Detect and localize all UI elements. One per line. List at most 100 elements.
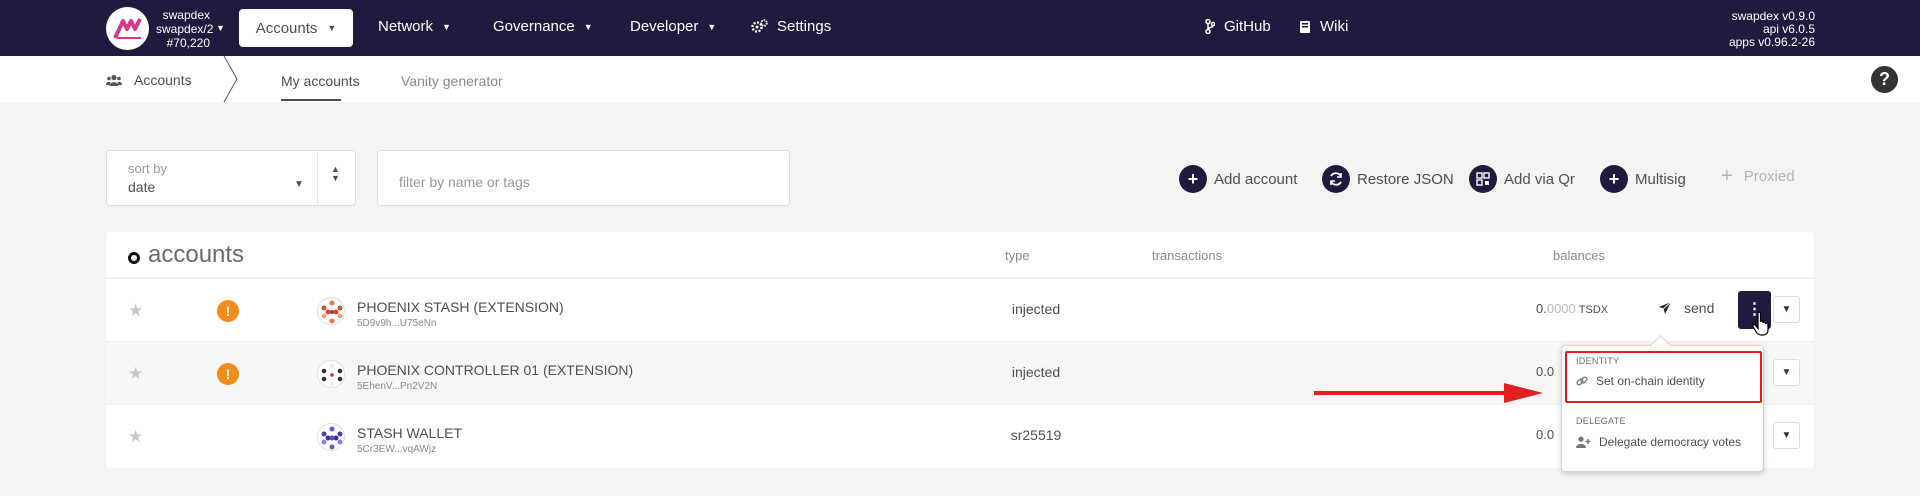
annotation-arrow <box>1314 383 1543 403</box>
sort-value: date <box>128 179 156 195</box>
account-name[interactable]: STASH WALLET <box>357 425 462 441</box>
filter-input[interactable] <box>377 150 790 206</box>
users-icon <box>106 74 122 86</box>
link-github-label: GitHub <box>1224 18 1271 35</box>
add-via-qr-button[interactable]: Add via Qr <box>1469 165 1575 193</box>
nav-network-label: Network <box>378 18 434 35</box>
account-address[interactable]: 5D9v9h...U75eNn <box>357 318 437 329</box>
version-apps: apps v0.96.2-26 <box>1728 35 1815 49</box>
caret-down-icon: ▼ <box>294 179 304 190</box>
warning-icon[interactable]: ! <box>217 363 239 385</box>
avatar[interactable] <box>317 423 345 451</box>
swapdex-logo-icon <box>108 9 147 48</box>
nav-developer[interactable]: Developer ▼ <box>630 18 716 35</box>
avatar[interactable] <box>317 360 345 388</box>
code-branch-icon <box>1205 19 1215 34</box>
chain-logo[interactable] <box>106 7 149 50</box>
favorite-star-icon[interactable]: ★ <box>128 427 143 447</box>
balance-decimals: 0000 <box>1546 301 1576 316</box>
avatar[interactable] <box>317 297 345 325</box>
section-title-label: Accounts <box>134 72 192 88</box>
proxied-button[interactable]: + Proxied <box>1721 165 1795 188</box>
gears-icon <box>751 19 768 33</box>
nav-governance[interactable]: Governance ▼ <box>493 18 593 35</box>
account-type: sr25519 <box>1010 427 1062 443</box>
link-wiki[interactable]: Wiki <box>1299 18 1348 35</box>
favorite-star-icon[interactable]: ★ <box>128 301 143 321</box>
column-header-balances: balances <box>1553 248 1606 263</box>
account-name[interactable]: PHOENIX STASH (EXTENSION) <box>357 299 564 315</box>
hand-pointer-cursor-icon <box>1752 311 1769 336</box>
menu-section-delegate: DELEGATE <box>1576 416 1626 426</box>
plus-icon: + <box>1600 165 1628 193</box>
caret-down-icon: ▼ <box>442 21 451 32</box>
chain-network: swapdex/2 <box>156 22 214 36</box>
caret-down-icon: ▼ <box>707 21 717 32</box>
section-title: Accounts <box>106 72 192 88</box>
send-button[interactable]: send <box>1658 300 1714 316</box>
nav-developer-label: Developer <box>630 18 699 35</box>
account-address[interactable]: 5Cr3EW...vqAWjz <box>357 444 436 455</box>
qrcode-icon <box>1469 165 1497 193</box>
nav-network[interactable]: Network ▼ <box>378 18 451 35</box>
user-plus-icon <box>1576 436 1591 448</box>
annotation-highlight-box <box>1565 351 1762 403</box>
sync-icon <box>1322 165 1350 193</box>
proxied-label: Proxied <box>1743 168 1795 185</box>
nav-accounts[interactable]: Accounts ▼ <box>239 9 353 47</box>
expand-row-button[interactable]: ▼ <box>1773 296 1800 323</box>
delegate-democracy-votes-item[interactable]: Delegate democracy votes <box>1576 435 1741 449</box>
identicon-icon <box>321 300 343 324</box>
add-account-button[interactable]: + Add account <box>1179 165 1297 193</box>
nav-settings[interactable]: Settings <box>751 18 831 35</box>
account-balance: 0.0 <box>1536 427 1555 442</box>
expand-row-button[interactable]: ▼ <box>1773 359 1800 386</box>
column-header-type: type <box>1005 248 1030 263</box>
nav-governance-label: Governance <box>493 18 575 35</box>
paper-plane-icon <box>1659 301 1672 314</box>
account-type: injected <box>1011 364 1061 380</box>
balance-integer: 0. <box>1536 301 1547 316</box>
account-type: injected <box>1011 301 1061 317</box>
sort-direction-toggle-icon[interactable]: ▲ ▼ <box>331 165 340 183</box>
caret-down-icon: ▼ <box>583 21 593 32</box>
help-icon[interactable]: ? <box>1871 66 1898 93</box>
nav-settings-label: Settings <box>777 18 832 35</box>
expand-row-button[interactable]: ▼ <box>1773 422 1800 449</box>
divider <box>317 151 318 205</box>
breadcrumb-chevron-icon <box>223 56 238 102</box>
restore-json-label: Restore JSON <box>1357 170 1454 188</box>
top-navbar: swapdex swapdex/2 #70,220 ▼ Accounts ▼ N… <box>0 0 1920 56</box>
chain-caret-down-icon[interactable]: ▼ <box>216 23 225 33</box>
restore-json-button[interactable]: Restore JSON <box>1322 165 1454 193</box>
account-address[interactable]: 5EhenV...Pn2V2N <box>357 381 437 392</box>
version-info: swapdex v0.9.0 api v6.0.5 apps v0.96.2-2… <box>1729 10 1815 49</box>
favorite-star-icon[interactable]: ★ <box>128 364 143 384</box>
chain-selector[interactable]: swapdex swapdex/2 #70,220 <box>156 8 214 50</box>
delegate-democracy-votes-label: Delegate democracy votes <box>1599 435 1742 449</box>
table-title: accounts <box>148 241 245 268</box>
multisig-label: Multisig <box>1635 170 1686 188</box>
balance-unit: TSDX <box>1578 304 1609 316</box>
nav-accounts-label: Accounts <box>255 19 318 37</box>
table-header: accounts type transactions balances <box>106 232 1814 278</box>
multisig-button[interactable]: + Multisig <box>1600 165 1686 193</box>
account-actions-menu: IDENTITY Set on-chain identity DELEGATE … <box>1561 345 1764 472</box>
link-github[interactable]: GitHub <box>1205 18 1271 35</box>
sub-navbar: Accounts My accounts Vanity generator ? <box>0 56 1920 102</box>
table-row: ★ ! PHOENIX STASH (EXTENSION) 5D9v9h...U… <box>106 278 1814 341</box>
sort-label: sort by <box>128 161 168 176</box>
table-row: ★ STASH WALLET 5Cr3EW...vqAWjz sr25519 0… <box>106 404 1814 467</box>
accounts-table: accounts type transactions balances ★ ! … <box>106 232 1814 468</box>
tab-vanity-generator[interactable]: Vanity generator <box>401 73 503 89</box>
caret-down-icon: ▼ <box>327 23 337 33</box>
sort-dropdown[interactable]: sort by date ▼ ▲ ▼ <box>106 150 356 206</box>
warning-icon[interactable]: ! <box>217 300 239 322</box>
send-label: send <box>1684 300 1715 316</box>
plus-icon: + <box>1721 165 1733 187</box>
identicon-icon <box>321 426 343 450</box>
book-icon <box>1300 20 1310 33</box>
table-row: ★ ! PHOENIX CONTROLLER 01 (EXTENSION) 5E… <box>106 341 1814 404</box>
account-name[interactable]: PHOENIX CONTROLLER 01 (EXTENSION) <box>357 362 633 378</box>
tab-my-accounts[interactable]: My accounts <box>281 73 360 89</box>
